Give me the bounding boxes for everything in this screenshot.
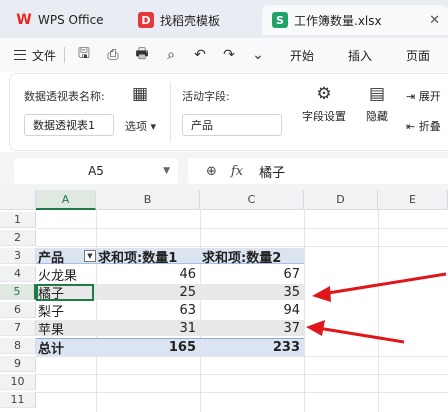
collapse-icon: ⇤ xyxy=(406,120,416,133)
pivot-name-label: 数据透视表名称: xyxy=(24,90,105,103)
undo-icon[interactable]: ↶ xyxy=(189,47,211,63)
divider xyxy=(170,82,171,142)
red-arrow-icon xyxy=(306,320,405,344)
field-settings-icon: ⚙ xyxy=(316,84,332,104)
hamburger-icon xyxy=(14,50,26,60)
file-menu[interactable]: 文件 xyxy=(14,47,56,64)
menu-page-layout[interactable]: 页面 xyxy=(406,47,430,64)
print-icon[interactable]: 🖶 xyxy=(131,43,153,67)
active-field-input[interactable]: 产品 xyxy=(182,114,282,136)
collapse-label: 折叠 xyxy=(418,120,441,133)
tab-docer-templates[interactable]: D 找稻壳模板 xyxy=(128,5,256,35)
menu-bar: 文件 🖫 ⎙ 🖶 ⌕ ↶ ↷ ⌄ 开始 插入 页面 xyxy=(0,38,448,72)
close-icon[interactable]: ✕ xyxy=(429,13,440,28)
expand-label: 展开 xyxy=(418,90,441,103)
tab-label: 工作簿数量.xlsx xyxy=(294,13,382,28)
pivot-name-input[interactable]: 数据透视表1 xyxy=(24,114,114,136)
formula-bar: A5 ▼ ⊕ fx 橘子 xyxy=(0,152,448,190)
expand-button[interactable]: ⇥ 展开 xyxy=(406,88,448,104)
print-preview-icon[interactable]: ⌕ xyxy=(160,47,182,63)
formula-input[interactable]: ⊕ fx 橘子 xyxy=(188,158,448,184)
zoom-search-icon[interactable]: ⊕ xyxy=(206,164,217,179)
save-icon[interactable]: 🖫 xyxy=(73,43,95,67)
annotation-arrows xyxy=(306,272,447,344)
red-arrow-icon xyxy=(312,272,447,302)
docer-logo-icon: D xyxy=(138,12,154,28)
options-label: 选项 xyxy=(125,120,147,133)
tab-workbook[interactable]: S 工作簿数量.xlsx ✕ xyxy=(262,5,448,35)
field-settings-label: 字段设置 xyxy=(302,110,346,123)
pivot-table-ribbon: 数据透视表名称: ▦ 数据透视表1 选项 ▾ 活动字段: 产品 ⚙ 字段设置 ▤… xyxy=(10,74,448,150)
spreadsheet-grid[interactable]: A B C D E 1 2 3 4 5 6 7 8 9 10 11 产品 ▼ 求… xyxy=(0,190,448,412)
chevron-down-icon[interactable]: ▼ xyxy=(163,166,170,176)
spreadsheet-logo-icon: S xyxy=(272,12,288,28)
title-tab-bar: W WPS Office D 找稻壳模板 S 工作簿数量.xlsx ✕ xyxy=(0,0,448,38)
hide-button[interactable]: ▤ 隐藏 xyxy=(360,84,394,124)
hide-label: 隐藏 xyxy=(366,110,388,123)
tab-label: WPS Office xyxy=(38,13,104,27)
export-pdf-icon[interactable]: ⎙ xyxy=(102,47,124,63)
tab-label: 找稻壳模板 xyxy=(160,13,221,28)
options-dropdown[interactable]: 选项 ▾ xyxy=(125,118,156,134)
menu-home[interactable]: 开始 xyxy=(290,47,314,64)
chevron-down-icon[interactable]: ⌄ xyxy=(247,47,269,63)
hide-icon: ▤ xyxy=(368,84,386,104)
active-field-label: 活动字段: xyxy=(182,90,230,103)
redo-icon[interactable]: ↷ xyxy=(218,47,240,63)
wps-logo-icon: W xyxy=(16,12,32,28)
pivot-table-icon[interactable]: ▦ xyxy=(132,84,148,108)
expand-icon: ⇥ xyxy=(406,90,416,103)
formula-value: 橘子 xyxy=(259,165,286,181)
function-icon[interactable]: fx xyxy=(231,164,243,179)
file-menu-label: 文件 xyxy=(32,48,57,63)
tab-wps-office[interactable]: W WPS Office xyxy=(6,5,124,35)
cell-reference: A5 xyxy=(88,164,104,178)
name-box[interactable]: A5 ▼ xyxy=(14,158,178,184)
menu-insert[interactable]: 插入 xyxy=(348,47,372,64)
collapse-button[interactable]: ⇤ 折叠 xyxy=(406,118,448,134)
field-settings-button[interactable]: ⚙ 字段设置 xyxy=(296,84,352,124)
divider xyxy=(64,47,66,63)
